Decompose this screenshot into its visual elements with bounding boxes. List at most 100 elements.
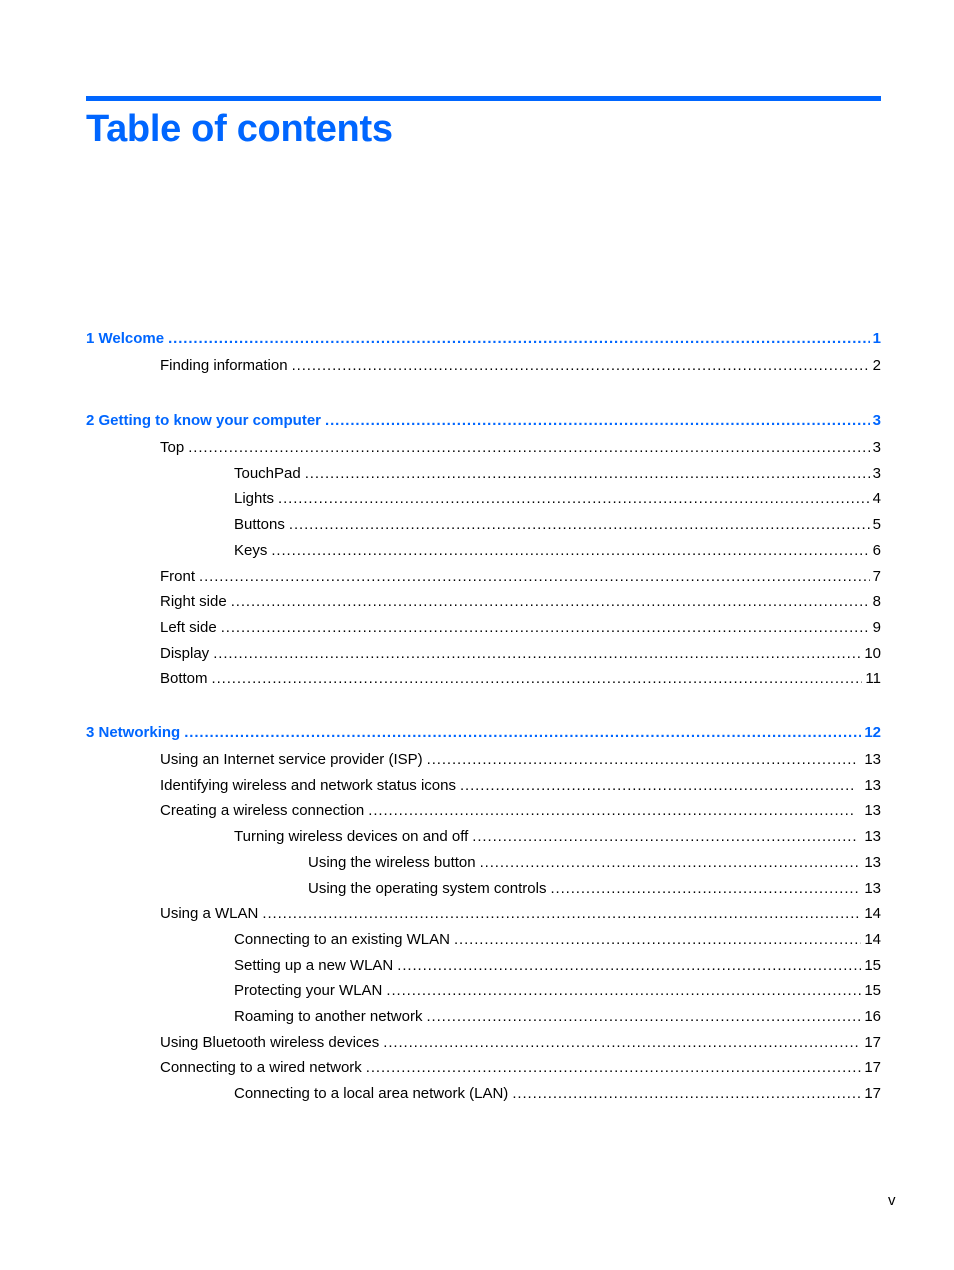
toc-chapter[interactable]: 1 Welcome 1 <box>86 328 881 348</box>
toc-entry[interactable]: Using Bluetooth wireless devices 17 <box>160 1032 881 1052</box>
entry-page-number: 15 <box>864 956 881 974</box>
toc-chapter[interactable]: 3 Networking 12 <box>86 722 881 742</box>
entry-page-number: 13 <box>864 802 881 820</box>
dot-leader <box>271 542 869 560</box>
toc-entry[interactable]: Keys 6 <box>234 540 881 560</box>
entry-page-number: 13 <box>864 751 881 768</box>
dot-leader <box>231 593 870 611</box>
entry-page-number: 10 <box>864 644 881 662</box>
entry-label: Using the operating system controls <box>308 879 551 898</box>
dot-leader <box>472 828 856 846</box>
toc-entry[interactable]: Using an Internet service provider (ISP)… <box>160 749 881 769</box>
toc-entry[interactable]: Connecting to a local area network (LAN)… <box>234 1083 881 1104</box>
entry-label: Left side <box>160 618 221 637</box>
entry-label: Finding information <box>160 357 292 375</box>
entry-label: Top <box>160 439 189 457</box>
entry-label: TouchPad <box>234 464 305 483</box>
entry-page-number: 3 <box>872 439 881 456</box>
entry-label: 1 Welcome <box>86 330 169 348</box>
entry-page-number: 6 <box>872 541 881 559</box>
dot-leader <box>383 1034 861 1052</box>
entry-page-number: 13 <box>864 776 881 794</box>
entry-label: Roaming to another network <box>234 1008 427 1026</box>
toc-entry[interactable]: Setting up a new WLAN 15 <box>234 955 881 975</box>
toc-entry[interactable]: Lights 4 <box>234 488 881 509</box>
entry-page-number: 3 <box>872 412 881 429</box>
toc-entry[interactable]: Roaming to another network 16 <box>234 1006 881 1026</box>
entry-page-number: 2 <box>872 357 881 374</box>
entry-page-number: 14 <box>864 905 881 923</box>
entry-page-number: 3 <box>872 464 881 482</box>
entry-label: Lights <box>234 490 279 509</box>
entry-label: Connecting to a wired network <box>160 1059 366 1078</box>
toc-entry[interactable]: Display 10 <box>160 643 881 663</box>
entry-page-number: 17 <box>864 1059 881 1077</box>
dot-leader <box>199 568 870 586</box>
toc-entry[interactable]: Buttons 5 <box>234 514 881 535</box>
entry-label: Setting up a new WLAN <box>234 956 398 975</box>
toc-entry[interactable]: Using the wireless button 13 <box>308 852 881 872</box>
entry-label: 3 Networking <box>86 724 185 742</box>
toc-entry[interactable]: Connecting to a wired network 17 <box>160 1057 881 1078</box>
entry-label: Bottom <box>160 670 212 689</box>
entry-page-number: 11 <box>865 670 881 688</box>
dot-leader <box>368 802 856 820</box>
entry-page-number: 7 <box>872 567 881 585</box>
entry-page-number: 8 <box>872 593 881 611</box>
dot-leader <box>480 854 862 872</box>
entry-label: Front <box>160 567 200 586</box>
entry-page-number: 15 <box>864 982 881 1000</box>
dot-leader <box>213 645 861 663</box>
toc-entry[interactable]: Connecting to an existing WLAN 14 <box>234 929 881 949</box>
entry-label: Keys <box>234 541 272 560</box>
dot-leader <box>454 931 861 949</box>
dot-leader <box>184 724 861 742</box>
entry-page-number: 17 <box>864 1085 881 1103</box>
entry-label: Using a WLAN <box>160 905 263 924</box>
entry-page-number: 5 <box>872 516 881 534</box>
toc-entry[interactable]: Right side 8 <box>160 591 881 612</box>
toc-entry[interactable]: Identifying wireless and network status … <box>160 775 881 795</box>
toc-entry[interactable]: Protecting your WLAN 15 <box>234 980 881 1001</box>
dot-leader <box>397 957 861 975</box>
toc-entry[interactable]: Turning wireless devices on and off 13 <box>234 826 881 847</box>
entry-label: Turning wireless devices on and off <box>234 828 473 847</box>
toc-entry[interactable]: Finding information 2 <box>160 355 881 375</box>
toc-entry[interactable]: Using a WLAN 14 <box>160 903 881 924</box>
toc-entry[interactable]: TouchPad 3 <box>234 463 881 483</box>
dot-leader <box>212 670 863 688</box>
entry-page-number: 13 <box>864 828 881 846</box>
toc-entry[interactable]: Top 3 <box>160 437 881 457</box>
entry-page-number: 1 <box>872 330 881 347</box>
page-title: Table of contents <box>86 108 393 150</box>
dot-leader <box>305 465 870 483</box>
dot-leader <box>366 1059 862 1077</box>
dot-leader <box>426 1008 861 1026</box>
entry-page-number: 13 <box>864 853 881 871</box>
entry-label: Connecting to an existing WLAN <box>234 930 454 949</box>
dot-leader <box>386 982 861 1000</box>
toc-entry[interactable]: Front 7 <box>160 566 881 586</box>
toc-entry[interactable]: Creating a wireless connection 13 <box>160 800 881 821</box>
entry-label: 2 Getting to know your computer <box>86 412 326 430</box>
entry-label: Connecting to a local area network (LAN) <box>234 1085 513 1104</box>
entry-label: Creating a wireless connection <box>160 802 369 821</box>
dot-leader <box>262 905 861 923</box>
entry-label: Display <box>160 644 214 663</box>
entry-label: Using an Internet service provider (ISP) <box>160 751 427 769</box>
toc-entry[interactable]: Using the operating system controls 13 <box>308 878 881 898</box>
toc-entry[interactable]: Bottom 11 <box>160 668 881 689</box>
dot-leader <box>289 516 870 534</box>
entry-page-number: 4 <box>872 490 881 508</box>
dot-leader <box>278 490 870 508</box>
toc-chapter[interactable]: 2 Getting to know your computer 3 <box>86 410 881 430</box>
entry-page-number: 12 <box>864 724 881 741</box>
entry-label: Buttons <box>234 516 289 535</box>
entry-label: Protecting your WLAN <box>234 982 387 1001</box>
dot-leader <box>550 880 861 898</box>
dot-leader <box>325 412 870 430</box>
dot-leader <box>292 357 870 375</box>
entry-page-number: 13 <box>864 879 881 897</box>
toc-entry[interactable]: Left side 9 <box>160 617 881 637</box>
page-number: v <box>888 1192 896 1209</box>
